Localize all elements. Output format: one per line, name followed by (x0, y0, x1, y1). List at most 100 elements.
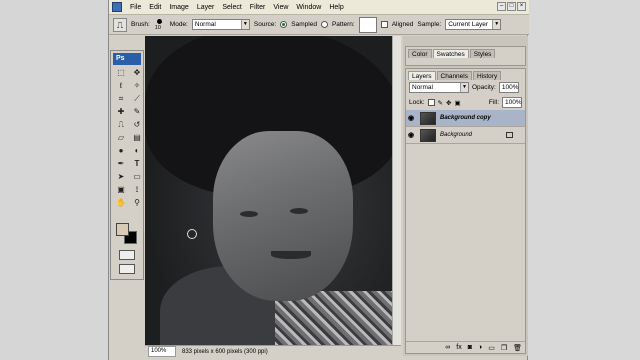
window-controls: – □ × (497, 2, 526, 11)
pattern-radio[interactable] (320, 21, 328, 28)
marquee-icon[interactable]: ⬚ (114, 67, 128, 79)
gradient-icon[interactable]: ▤ (130, 132, 144, 144)
screen-mode-button[interactable] (119, 264, 135, 274)
lock-all-icon[interactable]: ▣ (454, 99, 460, 107)
notes-icon[interactable]: ▣ (114, 184, 128, 196)
chevron-down-icon: ▼ (460, 83, 468, 92)
fx-icon[interactable]: fx (456, 344, 461, 351)
pattern-picker[interactable] (358, 16, 377, 33)
menu-layer[interactable]: Layer (193, 4, 219, 11)
lock-transparency-checkbox[interactable] (427, 99, 435, 106)
canvas-scrollbar[interactable] (392, 36, 401, 345)
color-swatches[interactable] (115, 223, 141, 247)
blur-icon[interactable]: ● (114, 145, 128, 157)
new-layer-icon[interactable]: ❐ (501, 344, 507, 352)
visibility-eye-icon[interactable]: ◉ (406, 131, 416, 139)
menu-edit[interactable]: Edit (145, 4, 165, 11)
toolbox: Ps ⬚ ✥ ℓ ✧ ⌗ ⟋ ✚ ✎ ⎍ ↺ ▱ ▤ ● ◐ ✒ T ➤ ▭ ▣… (110, 50, 144, 280)
healing-icon[interactable]: ✚ (114, 106, 128, 118)
ps-logo: Ps (113, 53, 141, 65)
brush-size: 10 (154, 24, 161, 31)
mode-select[interactable]: Normal ▼ (191, 19, 250, 30)
brush-icon[interactable]: ✎ (130, 106, 144, 118)
layer-row-background[interactable]: ◉ Background (406, 127, 525, 144)
mask-icon[interactable]: ◙ (468, 344, 472, 351)
lock-icon (506, 132, 513, 138)
slice-icon[interactable]: ⟋ (130, 93, 144, 105)
menu-window[interactable]: Window (292, 4, 325, 11)
menu-file[interactable]: File (126, 4, 145, 11)
document-canvas[interactable] (145, 36, 401, 345)
group-icon[interactable]: ▭ (488, 344, 495, 352)
fill-value: 100% (505, 99, 522, 106)
sample-label: Sample: (417, 21, 442, 28)
eyedropper-icon[interactable]: ⟟ (130, 184, 144, 196)
history-brush-icon[interactable]: ↺ (130, 119, 144, 131)
fill-field[interactable]: 100% (502, 97, 522, 108)
lasso-icon[interactable]: ℓ (114, 80, 128, 92)
lock-row: Lock: ✎ ✥ ▣ Fill: 100% (406, 95, 525, 110)
crop-icon[interactable]: ⌗ (114, 93, 128, 105)
tool-grid: ⬚ ✥ ℓ ✧ ⌗ ⟋ ✚ ✎ ⎍ ↺ ▱ ▤ ● ◐ ✒ T ➤ ▭ ▣ ⟟ … (111, 67, 143, 209)
tab-channels[interactable]: Channels (436, 71, 472, 80)
type-icon[interactable]: T (130, 158, 144, 170)
palette-well: Color Swatches Styles Layers Channels Hi… (403, 36, 528, 356)
clone-stamp-icon[interactable]: ⎍ (114, 119, 128, 131)
sampled-radio[interactable] (280, 21, 288, 28)
menu-select[interactable]: Select (218, 4, 245, 11)
tab-swatches[interactable]: Swatches (432, 49, 469, 58)
tab-layers[interactable]: Layers (408, 71, 436, 80)
menu-help[interactable]: Help (325, 4, 347, 11)
mode-label: Mode: (169, 21, 188, 28)
brush-preset-picker[interactable]: 10 (154, 18, 166, 32)
sample-select[interactable]: Current Layer ▼ (445, 19, 502, 30)
pen-icon[interactable]: ✒ (114, 158, 128, 170)
clone-stamp-preset-icon[interactable]: ⎍ (113, 17, 127, 32)
zoom-field[interactable]: 100% (148, 346, 176, 357)
photo-right-eye (290, 208, 308, 214)
menu-filter[interactable]: Filter (246, 4, 270, 11)
visibility-eye-icon[interactable]: ◉ (406, 114, 416, 122)
menu-image[interactable]: Image (165, 4, 192, 11)
tab-styles[interactable]: Styles (469, 49, 496, 58)
maximize-button[interactable]: □ (507, 2, 516, 11)
adjustment-icon[interactable]: ◑ (478, 344, 482, 351)
foreground-color-swatch[interactable] (116, 223, 129, 236)
layer-thumbnail (420, 111, 436, 125)
link-icon[interactable]: ∞ (445, 344, 450, 351)
photo-mouth (271, 251, 311, 259)
aligned-label: Aligned (391, 21, 414, 28)
opacity-field[interactable]: 100% (498, 82, 519, 93)
sampled-label: Sampled (291, 21, 317, 28)
mode-value: Normal (194, 21, 216, 28)
trash-icon[interactable]: 🗑 (513, 344, 522, 352)
clone-cursor-icon (187, 229, 197, 239)
move-icon[interactable]: ✥ (130, 67, 144, 79)
lock-pixels-icon[interactable]: ✎ (438, 99, 443, 107)
zoom-icon[interactable]: ⚲ (130, 197, 144, 209)
hand-icon[interactable]: ✋ (114, 197, 128, 209)
tab-history[interactable]: History (472, 71, 502, 80)
source-label: Source: (253, 21, 277, 28)
shape-icon[interactable]: ▭ (130, 171, 144, 183)
lock-position-icon[interactable]: ✥ (446, 99, 451, 107)
eraser-icon[interactable]: ▱ (114, 132, 128, 144)
magic-wand-icon[interactable]: ✧ (130, 80, 144, 92)
minimize-button[interactable]: – (497, 2, 506, 11)
close-button[interactable]: × (517, 2, 526, 11)
menu-view[interactable]: View (269, 4, 292, 11)
layer-name: Background (440, 132, 473, 138)
brush-tip-icon (156, 18, 162, 24)
fill-label: Fill: (488, 99, 499, 106)
path-select-icon[interactable]: ➤ (114, 171, 128, 183)
dodge-icon[interactable]: ◐ (130, 145, 144, 157)
menu-bar: File Edit Image Layer Select Filter View… (109, 0, 529, 15)
color-palette-tabs: Color Swatches Styles (406, 47, 525, 58)
chevron-down-icon: ▼ (240, 20, 249, 29)
layer-row-background-copy[interactable]: ◉ Background copy (406, 110, 525, 127)
blend-mode-select[interactable]: Normal ▼ (409, 82, 469, 93)
layers-palette-tabs: Layers Channels History (406, 69, 525, 80)
tab-color[interactable]: Color (408, 49, 432, 58)
quick-mask-button[interactable] (119, 250, 135, 260)
aligned-checkbox[interactable] (380, 21, 388, 28)
